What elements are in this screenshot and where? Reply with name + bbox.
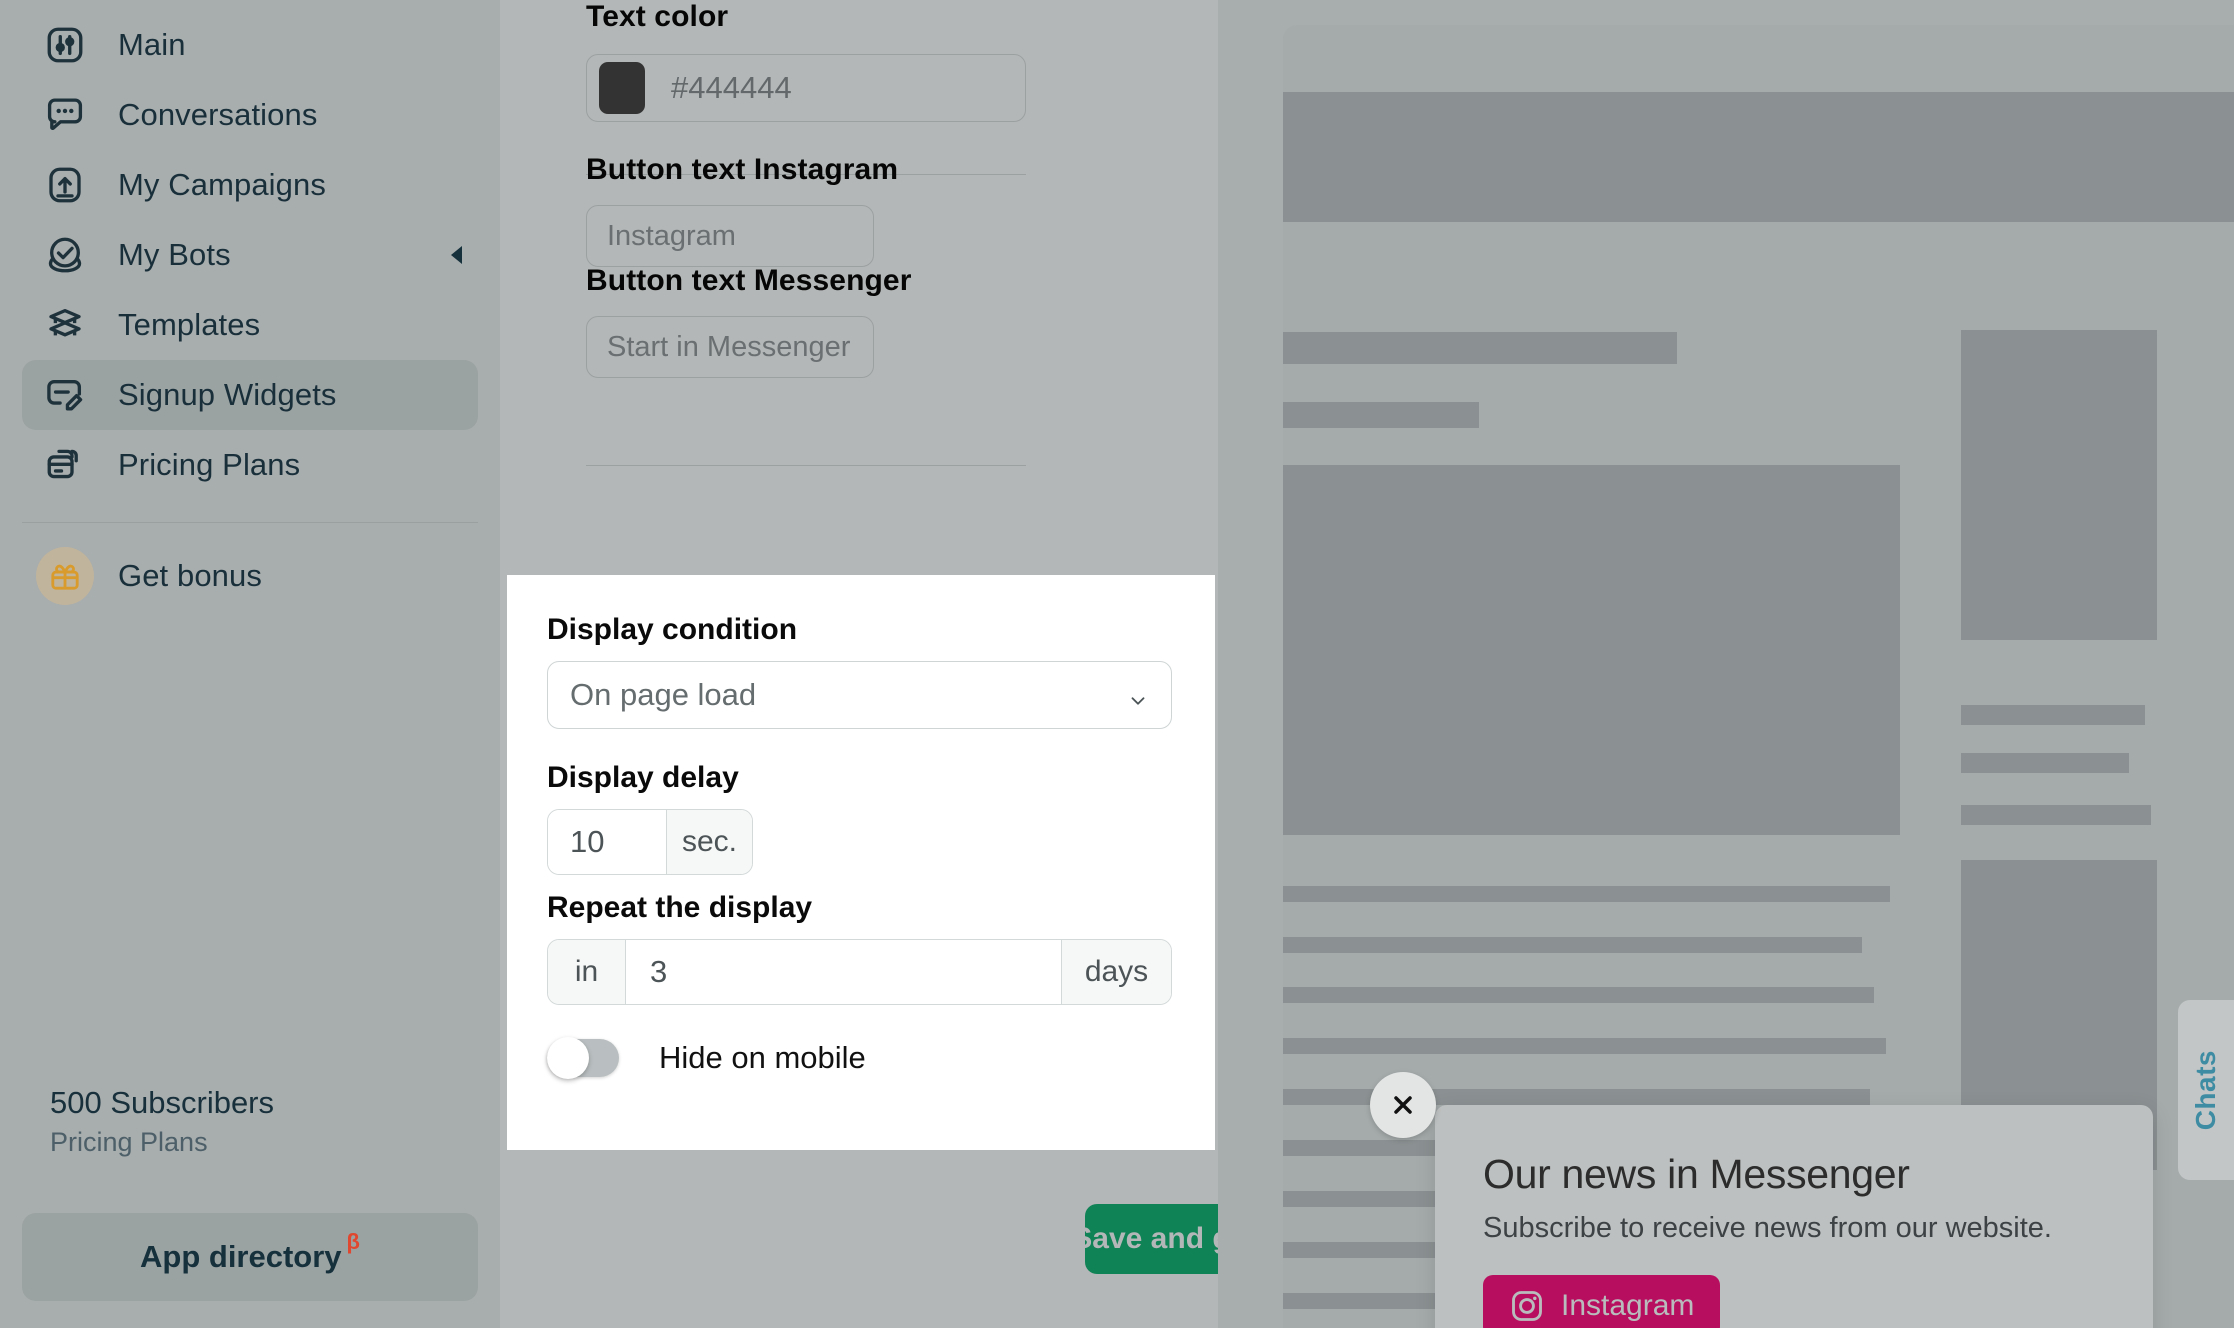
beta-badge: β [346, 1229, 360, 1254]
sidebar-item-signup-widgets[interactable]: Signup Widgets [22, 360, 478, 430]
widget-subtitle: Subscribe to receive news from our websi… [1483, 1212, 2052, 1244]
display-condition-value: On page load [570, 677, 757, 712]
button-text-messenger-input[interactable]: Start in Messenger [586, 316, 874, 378]
repeat-display-label: Repeat the display [547, 891, 813, 924]
skeleton-block [1961, 330, 2157, 640]
skeleton-block [1283, 332, 1677, 364]
button-text-instagram-input[interactable]: Instagram [586, 205, 874, 267]
skeleton-block [1283, 92, 2234, 222]
display-delay-unit: sec. [666, 810, 752, 874]
button-text-messenger-group: Button text Messenger Start in Messenger [586, 264, 911, 378]
sidebar: Main Conversations My Campaigns My Bots … [0, 0, 500, 1328]
button-text-messenger-label: Button text Messenger [586, 264, 912, 297]
button-text-instagram-label: Button text Instagram [586, 153, 899, 186]
sidebar-item-my-bots[interactable]: My Bots [22, 220, 478, 290]
app-directory-label: App directory [140, 1239, 342, 1274]
sidebar-item-conversations[interactable]: Conversations [22, 80, 478, 150]
repeat-display-value[interactable]: 3 [626, 940, 1061, 1004]
repeat-display-prefix: in [548, 940, 626, 1004]
hide-on-mobile-label: Hide on mobile [659, 1040, 866, 1075]
subscribers-block: 500 Subscribers Pricing Plans [50, 1085, 274, 1158]
skeleton-block [1283, 886, 1890, 902]
display-condition-group: Display condition On page load [547, 613, 1175, 729]
sidebar-item-label: Pricing Plans [118, 447, 301, 482]
sidebar-item-my-campaigns[interactable]: My Campaigns [22, 150, 478, 220]
hide-on-mobile-row: Hide on mobile [547, 1037, 1175, 1079]
chat-bubble-icon [42, 92, 88, 138]
widget-instagram-button[interactable]: Instagram [1483, 1275, 1721, 1328]
display-delay-value[interactable]: 10 [548, 810, 666, 874]
skeleton-block [1961, 753, 2129, 773]
chats-tab[interactable]: Chats [2178, 1000, 2234, 1180]
sidebar-item-label: My Campaigns [118, 167, 326, 202]
layers-icon [42, 302, 88, 348]
pricing-plans-link[interactable]: Pricing Plans [50, 1127, 274, 1158]
text-color-group: Text color #444444 [586, 0, 1026, 122]
sidebar-item-label: Templates [118, 307, 261, 342]
skeleton-block [1283, 987, 1874, 1003]
app-directory-button[interactable]: App directory β [22, 1213, 478, 1301]
instagram-icon [1509, 1288, 1545, 1324]
display-delay-group: Display delay 10 sec. [547, 761, 1175, 875]
widget-edit-icon [42, 372, 88, 418]
sidebar-item-label: Main [118, 27, 186, 62]
sidebar-item-label: Conversations [118, 97, 318, 132]
skeleton-block [1283, 402, 1479, 428]
display-settings-spotlight: Display condition On page load Display d… [507, 575, 1215, 1150]
skeleton-block [1283, 937, 1862, 953]
close-x-icon [1394, 1096, 1412, 1114]
sidebar-nav: Main Conversations My Campaigns My Bots … [0, 10, 500, 611]
sliders-icon [42, 22, 88, 68]
widget-close-button[interactable] [1370, 1072, 1436, 1138]
chevron-left-icon[interactable] [451, 246, 462, 264]
toggle-knob [547, 1037, 589, 1079]
upload-box-icon [42, 162, 88, 208]
chevron-down-icon [1127, 684, 1149, 706]
repeat-display-input-group[interactable]: in 3 days [547, 939, 1172, 1005]
skeleton-block [1961, 705, 2145, 725]
widget-title: Our news in Messenger [1483, 1151, 1910, 1197]
display-condition-label: Display condition [547, 613, 798, 646]
hide-on-mobile-toggle[interactable] [547, 1037, 619, 1079]
chats-tab-label: Chats [2190, 1049, 2221, 1131]
repeat-display-unit: days [1061, 940, 1171, 1004]
display-condition-select[interactable]: On page load [547, 661, 1172, 729]
widget-instagram-label: Instagram [1561, 1289, 1695, 1322]
subscribers-count: 500 Subscribers [50, 1085, 275, 1120]
app-root: Main Conversations My Campaigns My Bots … [0, 0, 2234, 1328]
sidebar-item-templates[interactable]: Templates [22, 290, 478, 360]
button-text-instagram-group: Button text Instagram Instagram [586, 153, 898, 267]
sidebar-item-label: My Bots [118, 237, 231, 272]
signup-widget-preview-card: Our news in Messenger Subscribe to recei… [1435, 1105, 2153, 1328]
text-color-value: #444444 [671, 70, 792, 105]
card-stack-icon [42, 442, 88, 488]
repeat-display-group: Repeat the display in 3 days [547, 891, 1175, 1005]
color-swatch[interactable] [599, 62, 645, 114]
sidebar-item-get-bonus[interactable]: Get bonus [22, 541, 478, 611]
sidebar-item-pricing-plans[interactable]: Pricing Plans [22, 430, 478, 500]
display-delay-input-group[interactable]: 10 sec. [547, 809, 753, 875]
text-color-label: Text color [586, 0, 729, 33]
sidebar-divider [22, 522, 478, 523]
text-color-input[interactable]: #444444 [586, 54, 1026, 122]
skeleton-block [1961, 805, 2151, 825]
skeleton-block [1283, 465, 1900, 835]
skeleton-block [1283, 1038, 1886, 1054]
bot-disc-icon [42, 232, 88, 278]
form-divider-2 [586, 465, 1026, 466]
sidebar-item-main[interactable]: Main [22, 10, 478, 80]
sidebar-item-label: Signup Widgets [118, 377, 337, 412]
sidebar-item-label: Get bonus [118, 558, 262, 593]
gift-icon [36, 547, 94, 605]
display-delay-label: Display delay [547, 761, 739, 794]
